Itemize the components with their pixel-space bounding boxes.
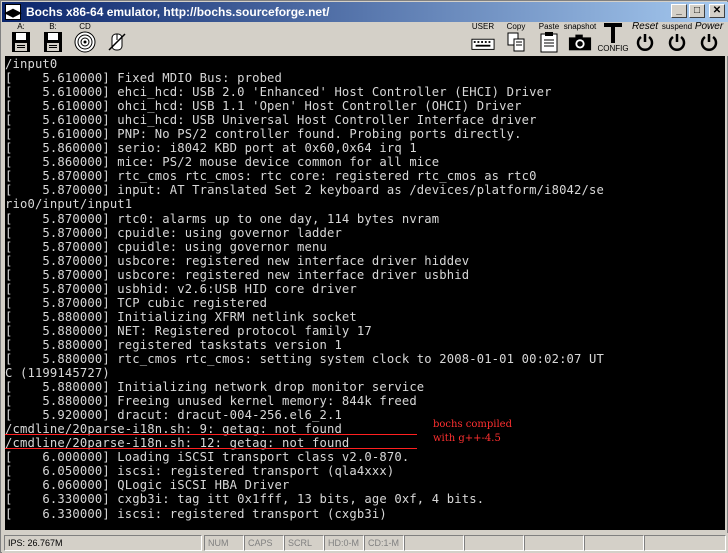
close-button[interactable]: ✕	[709, 4, 725, 18]
scroll-lock-indicator: SCRL	[284, 535, 324, 551]
emulator-console[interactable]: /input0[ 5.610000] Fixed MDIO Bus: probe…	[5, 56, 725, 530]
toolbar: A: B: CD USER Copy Paste snapshot CONFIG…	[2, 22, 728, 56]
console-line: [ 6.060000] QLogic iSCSI HBA Driver	[5, 478, 290, 493]
emulator-window: ◀▶ Bochs x86-64 emulator, http://bochs.s…	[0, 0, 728, 553]
cdrom-label: CD	[79, 22, 91, 31]
console-line: [ 6.000000] Loading iSCSI transport clas…	[5, 450, 410, 465]
console-line: [ 5.610000] PNP: No PS/2 controller foun…	[5, 127, 522, 142]
status-cell	[524, 535, 584, 551]
floppy-a-button[interactable]: A:	[6, 22, 36, 56]
caps-lock-indicator: CAPS	[244, 535, 284, 551]
console-line: [ 5.880000] rtc_cmos rtc_cmos: setting s…	[5, 351, 604, 366]
console-line: [ 5.610000] Fixed MDIO Bus: probed	[5, 71, 283, 86]
console-line: [ 5.870000] usbcore: registered new inte…	[5, 267, 470, 282]
console-output: /input0[ 5.610000] Fixed MDIO Bus: probe…	[5, 57, 604, 530]
console-line: [ 5.870000] usbcore: registered new inte…	[5, 253, 470, 268]
status-cell	[584, 535, 644, 551]
console-line: [ 5.860000] mice: PS/2 mouse device comm…	[5, 155, 440, 170]
floppy-b-label: B:	[49, 22, 57, 31]
config-button[interactable]: CONFIG	[597, 22, 629, 56]
app-icon[interactable]: ◀▶	[5, 4, 21, 20]
status-cell	[644, 535, 726, 551]
config-icon	[601, 22, 625, 44]
user-label: USER	[471, 22, 495, 31]
console-line: [ 5.870000] cpuidle: using governor menu	[5, 239, 327, 254]
paste-icon	[537, 31, 561, 53]
num-lock-indicator: NUM	[204, 535, 244, 551]
mouse-icon	[105, 31, 129, 53]
ips-indicator: IPS: 26.767M	[4, 535, 202, 551]
reset-button[interactable]: Reset	[630, 22, 660, 56]
suspend-icon	[665, 31, 689, 53]
error-underline	[5, 448, 417, 449]
title-bar[interactable]: ◀▶ Bochs x86-64 emulator, http://bochs.s…	[2, 2, 728, 22]
user-keyboard-button[interactable]: USER	[468, 22, 498, 56]
floppy-b-icon	[41, 31, 65, 53]
paste-button[interactable]: Paste	[534, 22, 564, 56]
power-button[interactable]: Power	[694, 22, 724, 56]
console-line: [ 5.920000] dracut: dracut-004-256.el6_2…	[5, 408, 342, 423]
console-line: _	[5, 520, 13, 530]
mouse-button[interactable]	[102, 22, 132, 56]
cdrom-icon	[73, 31, 97, 53]
copy-button[interactable]: Copy	[501, 22, 531, 56]
reset-label: Reset	[631, 21, 659, 32]
console-line: [ 5.610000] uhci_hcd: USB Universal Host…	[5, 113, 537, 128]
status-bar: IPS: 26.767M NUM CAPS SCRL HD:0-M CD:1-M	[2, 533, 728, 553]
console-line: [ 5.860000] serio: i8042 KBD port at 0x6…	[5, 141, 417, 156]
window-controls: _ □ ✕	[671, 4, 725, 18]
console-line: [ 5.880000] Initializing network drop mo…	[5, 380, 425, 395]
keyboard-icon	[471, 31, 495, 53]
copy-label: Copy	[506, 22, 526, 31]
snapshot-label: snapshot	[563, 22, 597, 31]
console-line: [ 5.610000] ohci_hcd: USB 1.1 'Open' Hos…	[5, 99, 522, 114]
cd-indicator: CD:1-M	[364, 535, 404, 551]
console-line: [ 5.880000] Freeing unused kernel memory…	[5, 394, 417, 409]
console-line: [ 5.870000] rtc_cmos rtc_cmos: rtc core:…	[5, 169, 537, 184]
console-line: /input0	[5, 57, 58, 71]
minimize-button[interactable]: _	[671, 4, 687, 18]
status-cell	[464, 535, 524, 551]
console-line: rio0/input/input1	[5, 197, 133, 212]
console-line: [ 5.610000] ehci_hcd: USB 2.0 'Enhanced'…	[5, 85, 552, 100]
console-line: [ 5.880000] Initializing XFRM netlink so…	[5, 309, 357, 324]
console-line: [ 5.870000] usbhid: v2.6:USB HID core dr…	[5, 281, 357, 296]
console-line: [ 6.330000] cxgb3i: tag itt 0x1fff, 13 b…	[5, 492, 485, 507]
camera-icon	[568, 31, 592, 53]
paste-label: Paste	[538, 22, 560, 31]
console-line: [ 6.050000] iscsi: registered transport …	[5, 464, 395, 479]
suspend-label: suspend	[661, 22, 693, 31]
status-cell	[404, 535, 464, 551]
console-line: [ 5.870000] cpuidle: using governor ladd…	[5, 225, 342, 240]
console-line: [ 5.880000] registered taskstats version…	[5, 337, 342, 352]
power-label: Power	[694, 21, 724, 32]
console-line: [ 5.870000] TCP cubic registered	[5, 295, 268, 310]
floppy-a-icon	[9, 31, 33, 53]
console-line: [ 5.870000] input: AT Translated Set 2 k…	[5, 183, 604, 198]
window-title: Bochs x86-64 emulator, http://bochs.sour…	[26, 5, 330, 19]
hd-indicator: HD:0-M	[324, 535, 364, 551]
annotation-line: bochs compiled	[433, 419, 512, 430]
snapshot-button[interactable]: snapshot	[563, 22, 597, 56]
cdrom-button[interactable]: CD	[70, 22, 100, 56]
suspend-button[interactable]: suspend	[662, 22, 692, 56]
console-line: [ 5.880000] NET: Registered protocol fam…	[5, 323, 372, 338]
config-label: CONFIG	[597, 44, 629, 53]
reset-icon	[633, 31, 657, 53]
floppy-a-label: A:	[17, 22, 25, 31]
console-line: [ 6.330000] iscsi: registered transport …	[5, 506, 387, 521]
console-line: [ 5.870000] rtc0: alarms up to one day, …	[5, 211, 440, 226]
copy-icon	[504, 31, 528, 53]
power-icon	[697, 31, 721, 53]
error-underline	[5, 434, 417, 435]
maximize-button[interactable]: □	[689, 4, 705, 18]
console-line: C (1199145727)	[5, 366, 110, 381]
annotation-line: with g++-4.5	[433, 433, 501, 444]
floppy-b-button[interactable]: B:	[38, 22, 68, 56]
